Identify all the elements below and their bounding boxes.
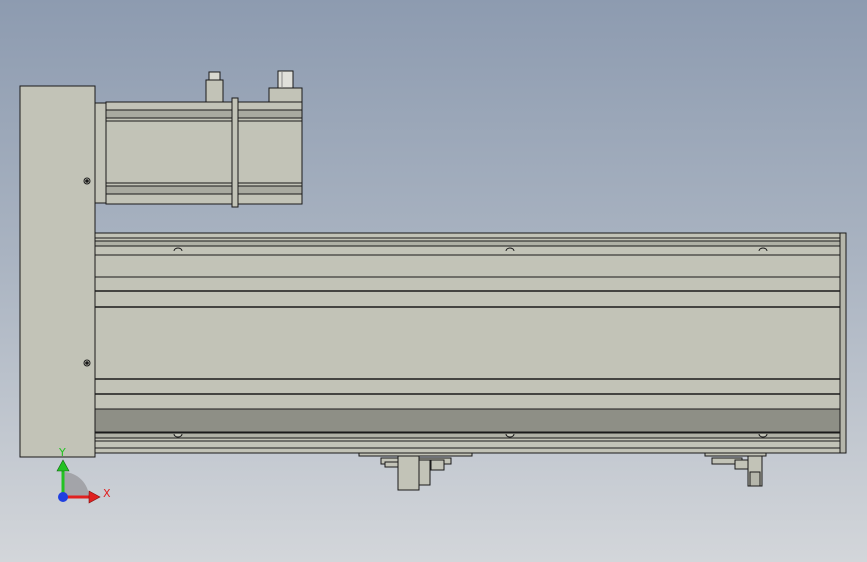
screw-head [173, 433, 183, 438]
motor-connector-pin [208, 71, 221, 81]
sensor-bracket-left[interactable] [358, 452, 473, 491]
rail-groove-bottom [94, 432, 841, 439]
screw-head [505, 247, 515, 252]
end-plate[interactable] [19, 85, 96, 458]
motor-connector-large-cap [277, 70, 294, 89]
motor-ridge-top [105, 109, 303, 119]
screw-head [758, 433, 768, 438]
sensor-body [397, 455, 420, 491]
motor-adapter [94, 102, 108, 204]
cad-viewport[interactable]: Y X [0, 0, 867, 562]
y-axis-label: Y [58, 446, 66, 459]
plate-bolt-center [85, 361, 89, 365]
motor-connector-small [205, 79, 224, 103]
rail-body[interactable] [94, 232, 847, 454]
sensor-body [418, 459, 431, 486]
sensor-tip [749, 471, 761, 487]
screw-head [505, 433, 515, 438]
bracket-tab [430, 459, 445, 471]
bracket-tab [384, 461, 400, 468]
end-plate-body [19, 85, 96, 458]
bracket-tab [734, 459, 749, 470]
plate-bolt-center [85, 179, 89, 183]
x-axis-label: X [103, 487, 111, 500]
rail-end-cap [839, 232, 847, 454]
screw-head [173, 247, 183, 252]
rail-groove-top [94, 240, 841, 247]
motor-clamp-band [231, 97, 239, 208]
motor-ridge-bottom [105, 185, 303, 195]
servo-motor[interactable] [94, 70, 303, 208]
motor-connector-large-base [268, 87, 303, 103]
sensor-bracket-right[interactable] [704, 452, 767, 487]
z-axis-dot [58, 492, 68, 502]
x-axis-arrowhead [88, 490, 101, 504]
rail-shadow-band [94, 408, 841, 433]
linear-actuator-model[interactable]: Y X [0, 0, 867, 562]
y-axis-arrowhead [56, 459, 70, 472]
screw-head [758, 247, 768, 252]
